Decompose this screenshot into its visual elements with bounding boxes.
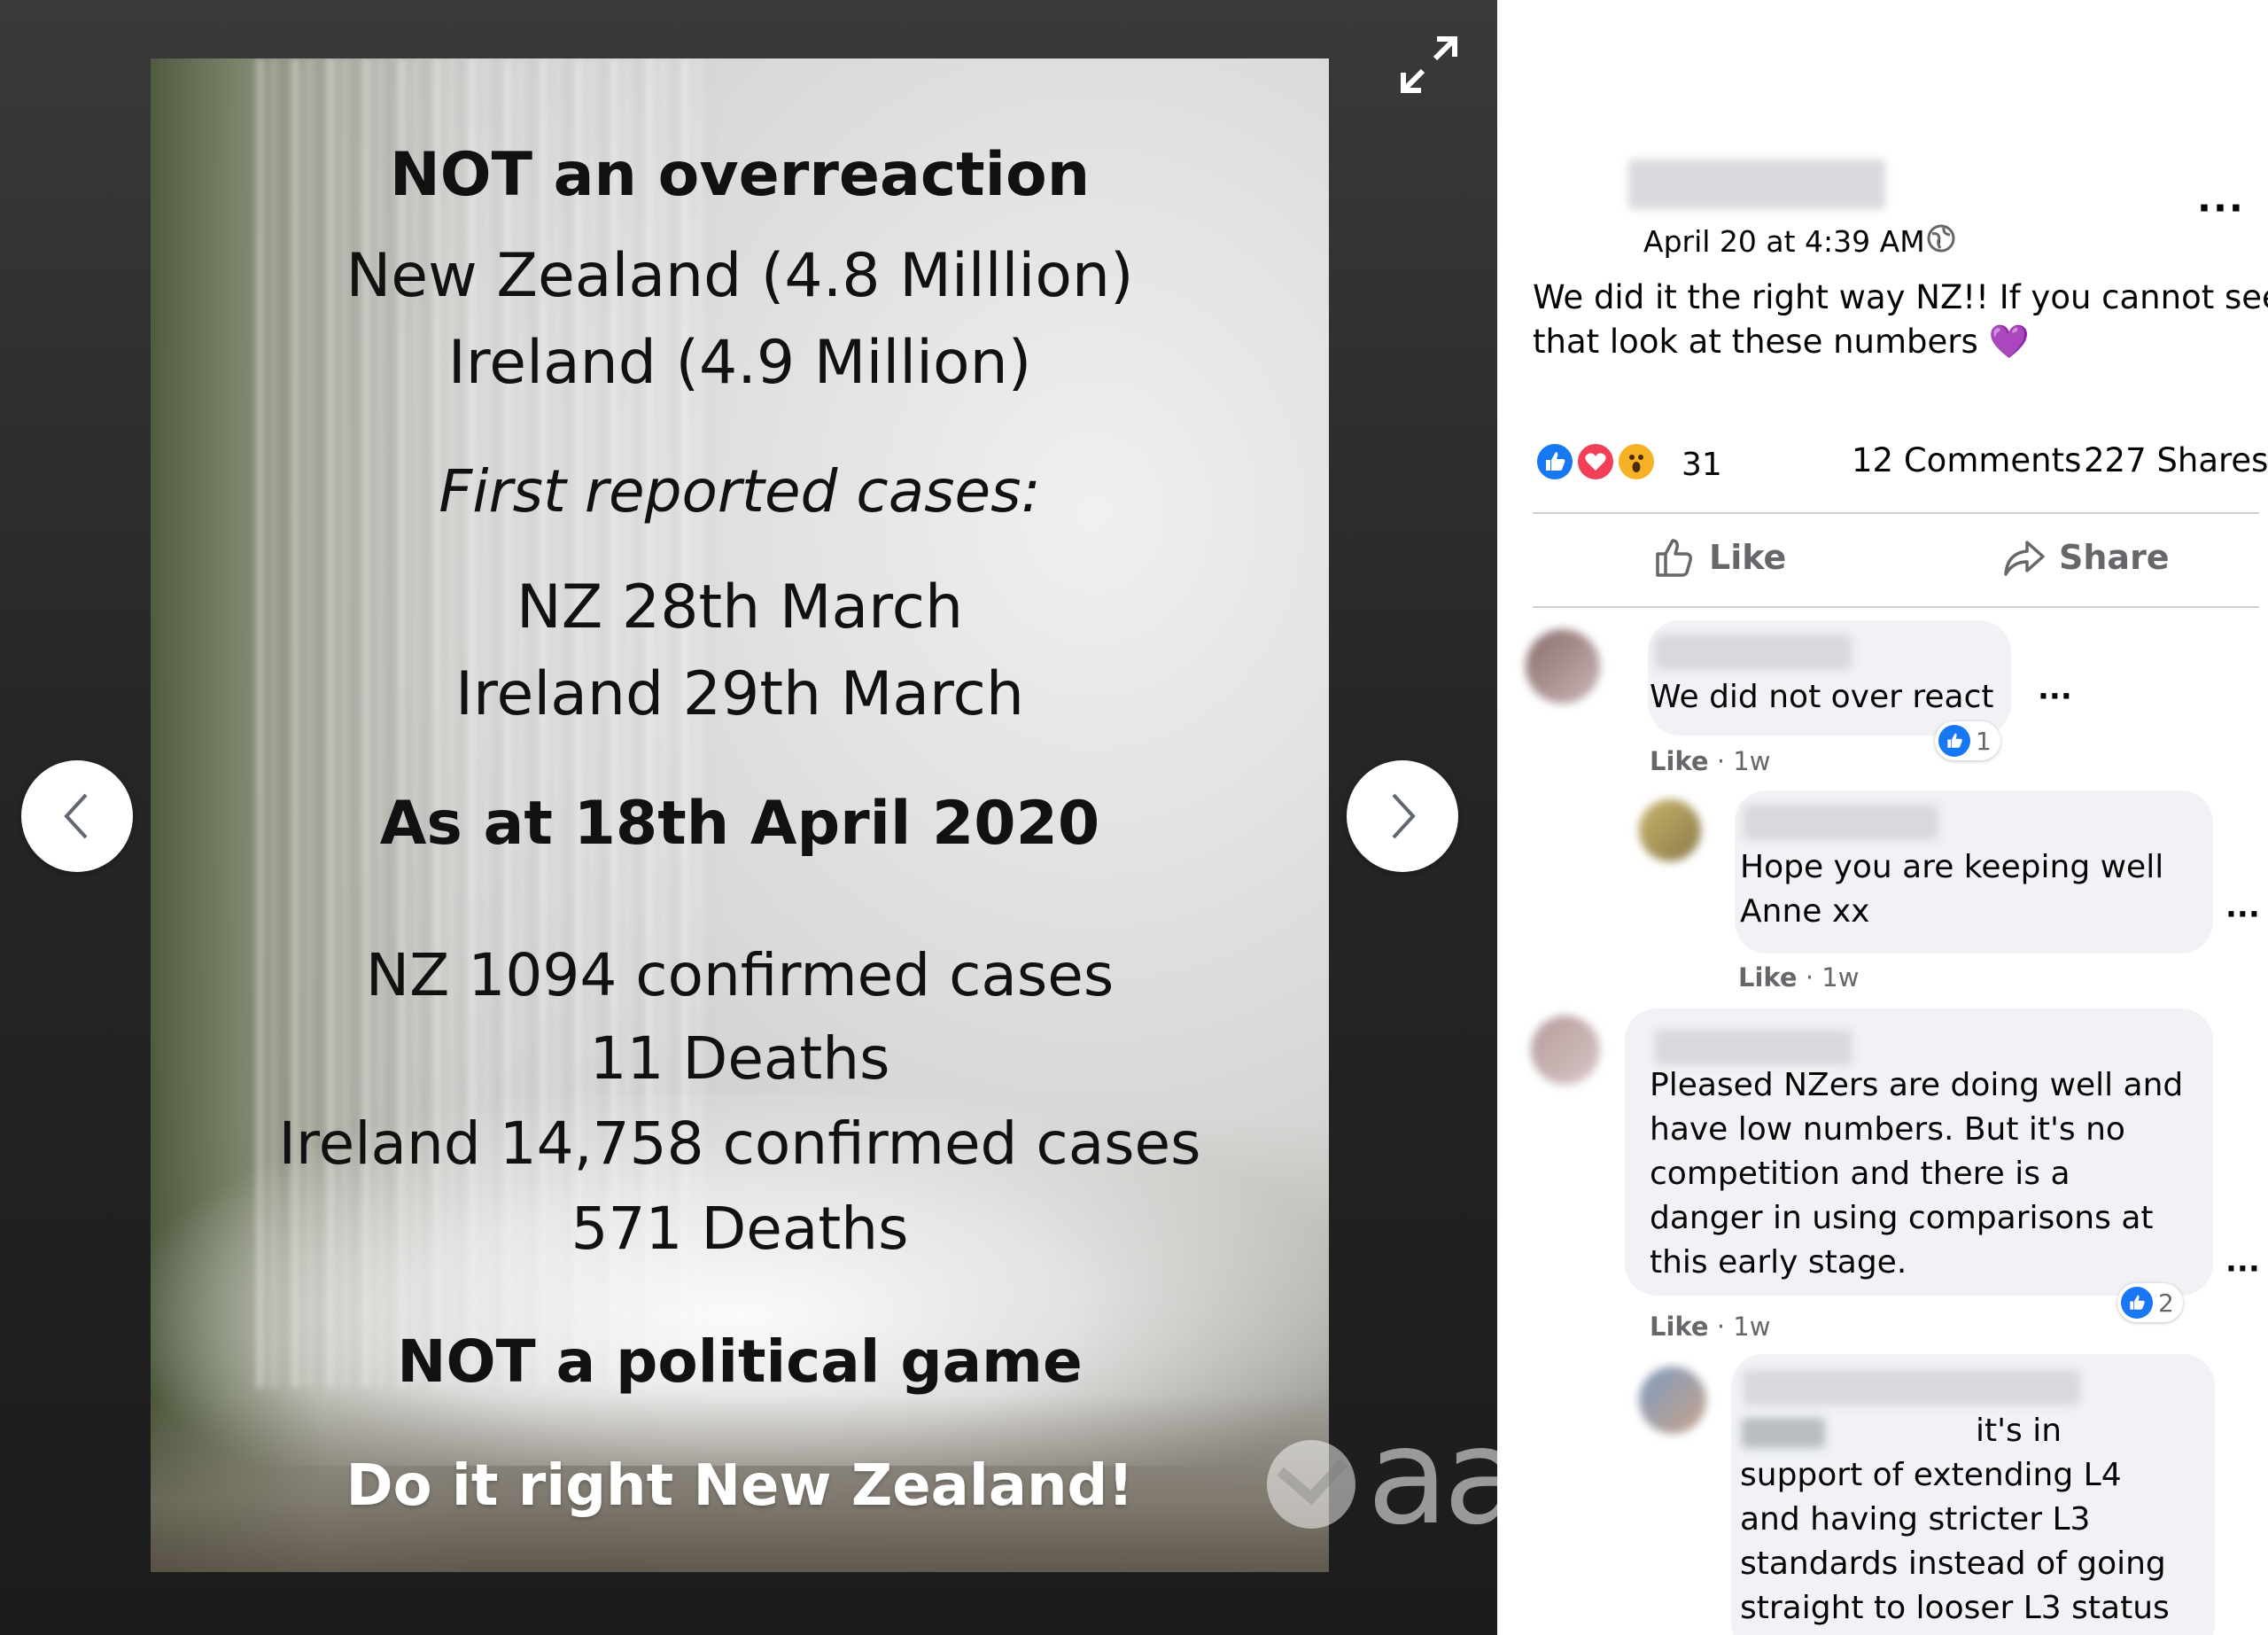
thumbs-up-icon [1656,539,1692,577]
comment-1-age: · 1w [1716,746,1771,776]
comment-4-line1: it's in [1976,1413,2062,1449]
comment-3-reaction-count: 2 [2158,1288,2174,1318]
post-timestamp[interactable]: April 20 at 4:39 AM · [1643,224,1944,259]
comment-1-reaction-count: 1 [1976,726,1992,756]
author-name-redacted[interactable] [1628,160,1885,209]
share-arrow-icon [2004,541,2045,576]
photo-text-heading: NOT an overreaction [389,140,1091,210]
comment-4-line3: and having stricter L3 [1740,1501,2091,1538]
like-button[interactable]: Like [1652,535,1786,580]
comment-3-meta: Like · 1w [1650,1312,1770,1342]
comment-1-meta: Like · 1w [1650,746,1770,776]
photo-text-closing-call: Do it right New Zealand! [346,1453,1134,1519]
expand-icon[interactable] [1398,34,1460,96]
next-photo-button[interactable] [1347,760,1458,872]
comment-2-age: · 1w [1805,962,1860,993]
share-button[interactable]: Share [2002,535,2170,580]
comment-3-line3: competition and there is a [1650,1156,2070,1192]
comment-2-line2: Anne xx [1740,893,1870,930]
post-options-button[interactable]: ··· [2197,186,2245,230]
comment-4-line4: standards instead of going [1740,1545,2166,1582]
like-reaction-icon [1938,725,1970,757]
like-reaction-icon [2121,1287,2153,1319]
chevron-right-icon [1392,793,1416,839]
photo-text-ireland-deaths: 571 Deaths [571,1195,909,1263]
comment-3-age: · 1w [1716,1312,1771,1342]
shares-count-link[interactable]: 227 Shares [2084,441,2268,479]
comment-3-line5: this early stage. [1650,1244,1907,1281]
commenter-avatar-2[interactable] [1639,799,1701,861]
comment-3-reactions[interactable]: 2 [2117,1283,2183,1322]
comment-4-line2: support of extending L4 [1740,1457,2122,1493]
like-reaction-icon [1534,441,1575,482]
comment-2-line1: Hope you are keeping well [1740,849,2164,885]
comment-2-meta: Like · 1w [1738,962,1859,993]
comment-2-like-link[interactable]: Like [1738,962,1798,993]
comment-1-options-button[interactable]: ··· [2038,679,2072,714]
post-photo: NOT an overreaction New Zealand (4.8 Mil… [151,58,1329,1572]
photo-text-as-at-date: As at 18th April 2020 [379,789,1100,859]
divider-top [1533,512,2259,514]
like-button-label: Like [1709,538,1787,577]
comments-count-link[interactable]: 12 Comments [1852,441,2081,479]
watermark-logo-icon [1267,1440,1355,1529]
comment-1-like-link[interactable]: Like [1650,746,1709,776]
globe-icon [1927,224,1955,253]
photo-text-ireland-first-case: Ireland 29th March [455,659,1024,729]
comment-4-redacted-start [1742,1418,1825,1448]
post-text-line2-text: that look at these numbers [1533,323,1978,361]
photo-text-ireland-population: Ireland (4.9 Million) [447,328,1032,398]
comment-3-options-button[interactable]: ··· [2225,1251,2260,1287]
comment-4-line5: straight to looser L3 status [1740,1590,2170,1626]
divider-bottom [1533,606,2259,608]
photo-text-nz-population: New Zealand (4.8 Milllion) [346,241,1134,311]
share-button-label: Share [2059,538,2170,577]
post-panel: April 20 at 4:39 AM · ··· We did it the … [1497,0,2268,1635]
commenter-name-3-redacted[interactable] [1655,1030,1852,1065]
photo-text-first-cases-heading: First reported cases: [439,457,1041,526]
commenter-avatar-3[interactable] [1531,1016,1600,1085]
comment-1-reactions[interactable]: 1 [1935,721,2000,760]
chevron-left-icon [64,793,88,839]
comment-1-text: We did not over react [1650,679,1994,715]
post-text-line1: We did it the right way NZ!! If you cann… [1533,278,2268,316]
photo-viewer: NOT an overreaction New Zealand (4.8 Mil… [0,0,1525,1635]
watermark: aa [1262,1400,1525,1554]
commenter-avatar-4[interactable] [1639,1366,1706,1434]
comment-3-like-link[interactable]: Like [1650,1312,1709,1342]
commenter-name-4-redacted[interactable] [1744,1370,2080,1405]
commenter-name-1-redacted[interactable] [1655,635,1852,670]
commenter-avatar-1[interactable] [1526,629,1600,704]
commenter-name-2-redacted[interactable] [1744,805,1938,840]
previous-photo-button[interactable] [21,760,133,872]
purple-heart-emoji: 💜 [1988,323,2030,361]
reaction-count[interactable]: 31 [1682,447,1722,483]
comment-3-line4: danger in using comparisons at [1650,1200,2154,1236]
photo-text-nz-first-case: NZ 28th March [516,572,964,642]
photo-text-nz-cases: NZ 1094 confirmed cases [365,941,1115,1009]
comment-2-options-button[interactable]: ··· [2225,897,2260,932]
wow-reaction-icon [1616,441,1657,482]
comment-3-line1: Pleased NZers are doing well and [1650,1067,2184,1103]
comment-3-line2: have low numbers. But it's no [1650,1111,2125,1148]
photo-text-closing-heading: NOT a political game [397,1327,1083,1396]
photo-text-nz-deaths: 11 Deaths [589,1024,890,1093]
love-reaction-icon [1575,441,1616,482]
photo-text-ireland-cases: Ireland 14,758 confirmed cases [278,1109,1201,1178]
post-text-line2: that look at these numbers 💜 [1533,323,2030,362]
